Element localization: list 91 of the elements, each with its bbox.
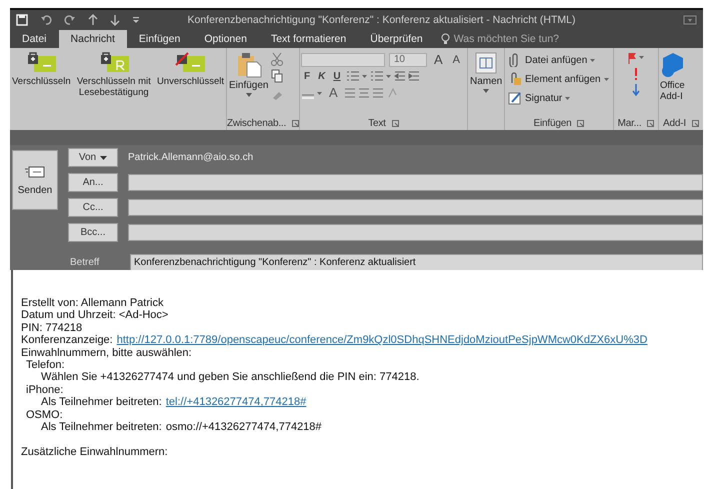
body-text: Konferenzanzeige:	[21, 334, 113, 347]
redo-icon	[64, 14, 76, 26]
font-name-field[interactable]	[301, 52, 385, 66]
body-text: osmo://+41326277474,774218#	[166, 421, 322, 434]
copy-icon	[271, 69, 284, 83]
bullet-list-icon	[346, 70, 368, 82]
envelope-icon	[25, 164, 45, 178]
insert-menu-button[interactable]: Signatur	[506, 90, 611, 106]
link[interactable]: http://127.0.0.1:7789/openscapeuc/conference/Zm9kQzl0SDhqSHNEdjdoMzioutPeSjpWMcw0KdZX6xU%3D	[116, 334, 648, 347]
signature-icon	[508, 91, 522, 105]
body-text: Datum und Uhrzeit: <Ad-Hoc>	[21, 309, 170, 322]
ribbon-tab[interactable]: Nachricht	[58, 30, 127, 48]
send-button[interactable]: Senden	[12, 150, 58, 210]
body-text: Wählen Sie +41326277474 und geben Sie anschließend die PIN ein: 774218.	[40, 371, 420, 384]
hexagon-cubes-icon	[660, 52, 686, 78]
ribbon-tab[interactable]: Datei	[10, 30, 59, 48]
exclamation-icon	[634, 68, 638, 80]
dropdown-caret-icon	[100, 156, 108, 160]
ribbon-display-icon	[683, 15, 697, 25]
grow-font-button[interactable]: A	[431, 52, 446, 67]
bold-button[interactable]: F	[301, 70, 314, 82]
ribbon-tab[interactable]: Text formatieren	[258, 30, 358, 48]
dialog-launcher-icon	[692, 120, 699, 126]
tell-me-search[interactable]: Was möchten Sie tun?	[440, 30, 560, 48]
recipient-field[interactable]	[128, 224, 703, 241]
dropdown-caret-icon	[590, 58, 596, 62]
address-book-button[interactable]: Namen	[469, 50, 504, 116]
recipient-button[interactable]: Bcc...	[68, 223, 118, 242]
dropdown-caret-icon	[565, 96, 570, 100]
ribbon-tab[interactable]: Einfügen	[126, 30, 192, 48]
down-arrow-icon	[110, 14, 120, 26]
scissors-icon	[271, 52, 284, 66]
locked-document-icon	[25, 52, 58, 74]
unlocked-document-icon	[174, 52, 206, 74]
dropdown-caret-icon	[604, 78, 609, 80]
body-text: Erstellt von: Allemann Patrick	[21, 297, 164, 310]
flag-icon	[627, 52, 645, 64]
body-text: iPhone:	[25, 384, 64, 396]
group-label: Text	[368, 118, 386, 128]
group-label: Zwischenab...	[226, 118, 286, 128]
recipient-button[interactable]: An...	[68, 173, 118, 192]
office-add-ins-button[interactable]: Office Add-I	[660, 50, 686, 116]
paste-button[interactable]: Einfügen	[228, 50, 270, 116]
group-label: Mar...	[618, 118, 642, 128]
subject-label: Betreff	[69, 257, 100, 268]
encrypt-button[interactable]: Verschlüsseln	[11, 50, 72, 116]
body-text: OSMO:	[25, 408, 64, 422]
indent-icon	[394, 70, 422, 82]
body-text: Telefon:	[25, 359, 66, 372]
dialog-launcher-icon	[577, 120, 584, 126]
italic-button[interactable]: K	[315, 70, 328, 82]
from-button[interactable]: Von	[68, 148, 118, 167]
underline-button[interactable]: U	[330, 70, 344, 82]
recipient-button[interactable]: Cc...	[68, 198, 118, 217]
subject-field[interactable]: Konferenzbenachrichtigung "Konferenz" : Konferenz aktualisiert	[130, 254, 703, 271]
insert-menu-button[interactable]: Element anfügen	[506, 71, 611, 87]
numbered-list-icon	[370, 70, 392, 82]
dialog-launcher-icon	[292, 120, 300, 126]
encrypt-button[interactable]: Unverschlüsselt	[156, 50, 225, 116]
encrypt-button[interactable]: Verschlüsseln mit Lesebestätigung	[72, 50, 156, 116]
body-text: Einwahlnummern, bitte auswählen:	[21, 346, 193, 360]
dialog-launcher-icon	[647, 120, 654, 126]
recipient-field[interactable]	[128, 199, 703, 216]
shrink-font-button[interactable]: A	[450, 54, 464, 66]
customize-icon	[132, 15, 140, 25]
font-size-field[interactable]: 10	[389, 52, 427, 66]
link[interactable]: tel://+41326277474,774218#	[166, 396, 306, 409]
up-arrow-icon	[88, 14, 98, 26]
clipboard-icon	[236, 52, 262, 78]
dropdown-caret-icon	[246, 93, 252, 97]
undo-icon	[40, 14, 52, 26]
dialog-launcher-icon	[392, 120, 399, 126]
insert-menu-button[interactable]: Datei anfügen	[506, 52, 611, 68]
down-arrow-icon	[632, 84, 640, 96]
group-label: Einfügen	[534, 118, 572, 128]
sender-address: Patrick.Allemann@aio.so.ch	[128, 152, 254, 163]
body-text: PIN: 774218	[21, 322, 84, 334]
ribbon-tab[interactable]: Überprüfen	[358, 30, 435, 48]
recipient-field[interactable]	[128, 174, 703, 191]
dropdown-caret-icon	[483, 89, 490, 93]
body-text: Als Teilnehmer beitreten:	[41, 396, 162, 409]
font-color-button[interactable]: A	[326, 85, 341, 100]
ribbon-tab[interactable]: Optionen	[192, 30, 259, 48]
address-book-icon	[475, 52, 498, 74]
window-title: Konferenzbenachrichtigung "Konferenz" : Konferenz aktualisiert - Nachricht (HTML)	[186, 14, 576, 26]
group-label: Add-I	[663, 118, 686, 128]
align-icon	[344, 86, 384, 98]
body-text: Als Teilnehmer beitreten:	[41, 421, 162, 434]
lightbulb-icon	[440, 33, 450, 45]
save-icon	[16, 14, 28, 26]
body-text: Zusätzliche Einwahlnummern:	[21, 446, 169, 458]
